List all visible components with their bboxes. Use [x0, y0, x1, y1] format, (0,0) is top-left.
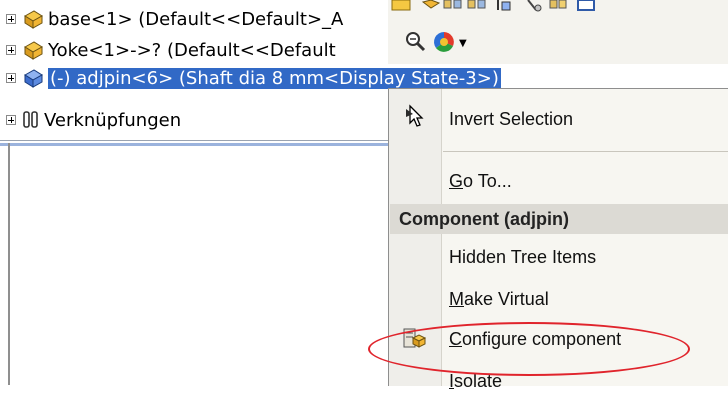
- tree-item-yoke[interactable]: Yoke<1>->? (Default<<Default: [0, 37, 336, 63]
- insert-icon[interactable]: [492, 0, 514, 14]
- tree-item-label: Verknüpfungen: [44, 109, 182, 131]
- tree-item-label: Yoke<1>->? (Default<<Default: [48, 39, 336, 61]
- menu-section-header: Component (adjpin): [390, 204, 728, 234]
- menu-item-go-to[interactable]: Go To...: [389, 163, 728, 199]
- display-icon[interactable]: [576, 0, 598, 14]
- expand-icon[interactable]: [6, 115, 16, 125]
- expand-icon[interactable]: [6, 73, 16, 83]
- tree-item-label-selected: (-) adjpin<6> (Shaft dia 8 mm<Display St…: [48, 67, 501, 89]
- highlight-ellipse: [368, 322, 690, 376]
- cursor-select-icon: [406, 104, 424, 127]
- expand-icon[interactable]: [6, 45, 16, 55]
- menu-item-invert-selection[interactable]: Invert Selection: [389, 101, 728, 137]
- view-icon[interactable]: [442, 0, 464, 14]
- part-icon: [24, 41, 43, 60]
- hide-show-icon[interactable]: [420, 0, 442, 14]
- tree-item-base[interactable]: base<1> (Default<<Default>_A: [0, 6, 343, 32]
- tree-item-verknuepfungen[interactable]: Verknüpfungen: [0, 107, 181, 133]
- move-icon[interactable]: [548, 0, 570, 14]
- tree-divider: [0, 140, 388, 141]
- mate-icon[interactable]: [524, 0, 546, 14]
- menu-item-hidden-tree-items[interactable]: Hidden Tree Items: [389, 239, 728, 275]
- expand-icon[interactable]: [6, 14, 16, 24]
- menu-item-label: Go To...: [449, 170, 512, 191]
- toolbar: ▼: [388, 0, 728, 64]
- folder-icon[interactable]: [390, 0, 412, 14]
- menu-item-make-virtual[interactable]: Make Virtual: [389, 281, 728, 317]
- part-icon: [24, 10, 43, 29]
- menu-separator: [443, 151, 728, 152]
- menu-item-label: Make Virtual: [449, 288, 549, 309]
- zoom-icon[interactable]: [404, 30, 426, 52]
- appearance-icon[interactable]: [432, 30, 456, 54]
- panel-border: [8, 143, 10, 385]
- part-icon: [24, 69, 43, 88]
- mates-icon: [23, 111, 38, 128]
- tree-separator-bar: [0, 143, 388, 146]
- chevron-down-icon[interactable]: ▼: [459, 38, 467, 49]
- tree-item-label: base<1> (Default<<Default>_A: [48, 8, 344, 30]
- view-icon[interactable]: [466, 0, 488, 14]
